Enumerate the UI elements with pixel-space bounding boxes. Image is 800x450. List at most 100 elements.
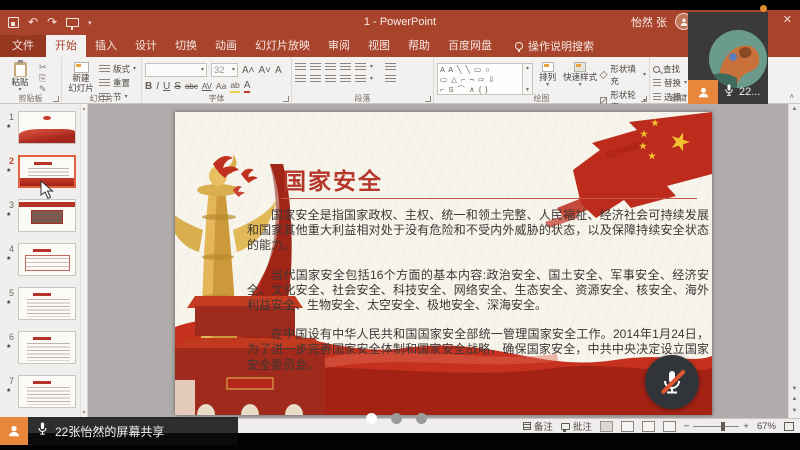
scroll-up-icon[interactable]: ▲	[792, 106, 798, 112]
align-center-icon[interactable]	[310, 75, 321, 84]
thumbnail-slide-1[interactable]: 1 ★	[0, 104, 87, 148]
tab-design[interactable]: 设计	[126, 35, 166, 57]
tab-review[interactable]: 审阅	[319, 35, 359, 57]
scroll-down-icon[interactable]: ▼	[792, 386, 798, 392]
convert-smartart-icon[interactable]	[385, 75, 396, 84]
align-right-icon[interactable]	[325, 75, 336, 84]
bold-button[interactable]: B	[145, 81, 152, 92]
tab-home[interactable]: 开始	[46, 35, 86, 57]
font-dialog-launcher-icon[interactable]	[283, 96, 289, 102]
clear-formatting-button[interactable]: A	[275, 65, 282, 76]
thumbnail-slide-5[interactable]: 5 ★	[0, 280, 87, 324]
decrease-indent-icon[interactable]	[325, 63, 336, 72]
thumb-preview[interactable]	[18, 111, 76, 144]
shape-fill-button[interactable]: 形状填充▾	[600, 63, 646, 87]
shapes-gallery-scroll[interactable]: ▲ ▼	[523, 63, 533, 95]
new-slide-button[interactable]: 新建 幻灯片	[65, 60, 97, 93]
screen-share-text: 22张怡然的屏幕共享	[55, 423, 164, 440]
thumb-scroll-up-icon[interactable]: ▲	[82, 106, 87, 112]
quick-styles-button[interactable]: 快速样式 ▾	[562, 60, 598, 93]
character-spacing-button[interactable]: AV	[202, 81, 212, 92]
thumb-number: 6	[4, 332, 14, 342]
slideshow-view-button[interactable]	[663, 421, 676, 432]
tell-me-search[interactable]: 操作说明搜索	[515, 35, 594, 57]
collapse-ribbon-icon[interactable]: ˄	[789, 92, 794, 101]
normal-view-button[interactable]	[600, 421, 613, 432]
cut-icon[interactable]: ✂	[39, 63, 47, 72]
find-label: 查找	[663, 63, 680, 75]
drawing-dialog-launcher-icon[interactable]	[641, 96, 647, 102]
tab-file[interactable]: 文件	[0, 35, 46, 57]
thumb-preview[interactable]	[18, 287, 76, 320]
thumb-preview[interactable]	[18, 375, 76, 408]
zoom-slider-thumb[interactable]	[721, 422, 725, 431]
tab-animations[interactable]: 动画	[206, 35, 246, 57]
thumbnail-slide-6[interactable]: 6 ★	[0, 324, 87, 368]
find-button[interactable]: 查找	[653, 63, 687, 75]
tab-baidu-netdisk[interactable]: 百度网盘	[439, 35, 501, 57]
window-close-button[interactable]: ✕	[783, 13, 792, 26]
zoom-level[interactable]: 67%	[757, 421, 776, 432]
tab-insert[interactable]: 插入	[86, 35, 126, 57]
increase-indent-icon[interactable]	[340, 63, 351, 72]
group-slides: 新建 幻灯片 版式▾ 重置 节▾ 幻灯片	[62, 57, 142, 103]
slide-title[interactable]: 国家安全	[283, 162, 383, 196]
shapes-gallery[interactable]: A A ╲ ╲ ▭ ○ ▭ △ ⌐ ¬ ⇨ ⇩ ⌐ S ⌒ ∧ { }	[437, 63, 523, 95]
tab-view[interactable]: 视图	[359, 35, 399, 57]
columns-icon[interactable]	[355, 75, 366, 84]
reading-view-button[interactable]	[642, 421, 655, 432]
participant-video-tile[interactable]: 22...	[688, 12, 768, 104]
zoom-in-button[interactable]: +	[743, 421, 749, 432]
align-left-icon[interactable]	[295, 75, 306, 84]
tab-help[interactable]: 帮助	[399, 35, 439, 57]
paragraph-dialog-launcher-icon[interactable]	[425, 96, 431, 102]
thumbnail-scrollbar[interactable]: ▲ ▼	[80, 104, 87, 418]
layout-button[interactable]: 版式▾	[99, 63, 136, 75]
clipboard-dialog-launcher-icon[interactable]	[53, 96, 59, 102]
grow-font-button[interactable]: A˄	[242, 65, 255, 76]
account-area[interactable]: 怡然 张	[631, 13, 692, 30]
mute-toggle-button[interactable]	[645, 355, 699, 409]
strikethrough-abc-button[interactable]: abc	[185, 81, 198, 92]
strikethrough-button[interactable]: S	[174, 81, 181, 92]
thumb-preview[interactable]	[18, 199, 76, 232]
thumbnail-slide-4[interactable]: 4 ★	[0, 236, 87, 280]
thumbnail-slide-7[interactable]: 7 ★	[0, 368, 87, 412]
italic-button[interactable]: I	[156, 81, 159, 92]
notes-toggle[interactable]: 备注	[523, 419, 553, 433]
previous-slide-icon[interactable]: ▲	[792, 396, 798, 402]
slide-2-editing-surface[interactable]: 国家安全 国家安全是指国家政权、主权、统一和领土完整、人民福祉、经济社会可持续发…	[175, 112, 712, 415]
slide-body-textbox[interactable]: 国家安全是指国家政权、主权、统一和领土完整、人民福祉、经济社会可持续发展和国家其…	[247, 208, 709, 387]
font-name-combo[interactable]: ▾	[145, 63, 207, 77]
font-size-combo[interactable]: 32▾	[211, 63, 238, 77]
copy-icon[interactable]: ⎘	[39, 74, 47, 83]
paste-button[interactable]: 粘贴 ▾	[3, 60, 37, 93]
numbering-icon[interactable]	[310, 63, 321, 72]
font-color-button[interactable]: A	[244, 80, 251, 93]
line-spacing-icon[interactable]	[355, 63, 366, 72]
reset-button[interactable]: 重置	[99, 77, 136, 89]
change-case-button[interactable]: Aa	[216, 81, 226, 92]
group-label-paragraph: 段落	[292, 93, 433, 103]
text-direction-icon[interactable]	[385, 63, 396, 72]
slide-sorter-view-button[interactable]	[621, 421, 634, 432]
zoom-out-button[interactable]: −	[684, 421, 690, 432]
text-highlight-button[interactable]: ab	[230, 80, 239, 93]
next-slide-icon[interactable]: ▼	[792, 408, 798, 414]
tab-slideshow[interactable]: 幻灯片放映	[246, 35, 319, 57]
replace-button[interactable]: 替换▾	[653, 77, 687, 89]
fit-to-window-icon[interactable]	[784, 422, 794, 431]
thumb-preview[interactable]	[18, 243, 76, 276]
canvas-scrollbar[interactable]: ▲ ▼ ▲ ▼	[788, 104, 800, 418]
bullets-icon[interactable]	[295, 63, 306, 72]
comments-toggle[interactable]: 批注	[561, 419, 592, 433]
thumb-scroll-down-icon[interactable]: ▼	[82, 410, 87, 416]
thumb-preview[interactable]	[18, 331, 76, 364]
tab-transitions[interactable]: 切换	[166, 35, 206, 57]
arrange-button[interactable]: 排列 ▾	[535, 60, 560, 93]
shapes-scroll-up-icon[interactable]: ▲	[525, 65, 530, 71]
justify-icon[interactable]	[340, 75, 351, 84]
underline-button[interactable]: U	[163, 81, 170, 92]
shrink-font-button[interactable]: A˅	[259, 65, 272, 76]
zoom-slider[interactable]	[693, 426, 739, 427]
